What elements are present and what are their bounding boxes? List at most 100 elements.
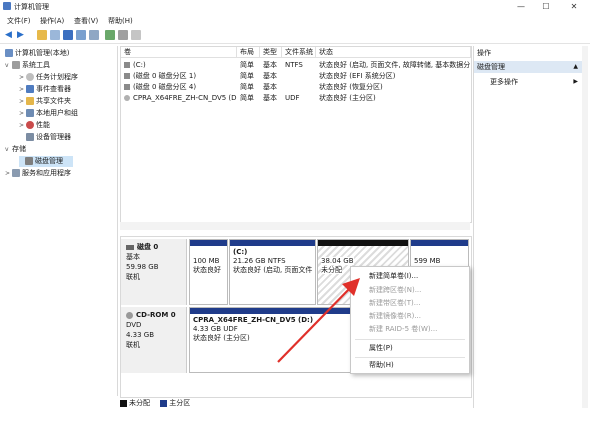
disk-status: 联机 <box>126 341 140 349</box>
legend-primary: 主分区 <box>169 399 191 407</box>
menu-file[interactable]: 文件(F) <box>7 16 31 26</box>
table-row[interactable]: CPRA_X64FRE_ZH-CN_DV5 (D:) 简单 基本 UDF 状态良… <box>121 93 471 104</box>
disk-0-label[interactable]: 磁盘 0 基本 59.98 GB 联机 <box>121 239 187 305</box>
toolbar: ◀ ▶ <box>0 28 590 44</box>
menu-help[interactable]: 帮助(H) <box>108 16 133 26</box>
cd-icon <box>126 311 133 319</box>
volume-icon <box>124 73 130 79</box>
tree-item-disk-management[interactable]: 磁盘管理 <box>19 156 73 167</box>
cdrom-0-label[interactable]: CD-ROM 0 DVD 4.33 GB 联机 <box>121 307 187 373</box>
horizontal-scrollbar[interactable] <box>120 222 470 230</box>
menu-bar: 文件(F) 操作(A) 查看(V) 帮助(H) <box>0 14 590 27</box>
menu-separator <box>355 357 465 358</box>
maximize-button[interactable]: ☐ <box>535 1 557 12</box>
collapse-icon[interactable]: ▲ <box>573 61 578 73</box>
tree-item-event-viewer[interactable]: > 事件查看器 <box>19 84 71 95</box>
volume-icon <box>124 62 130 68</box>
app-icon <box>3 2 11 10</box>
disk-name: CD-ROM 0 <box>126 310 181 320</box>
tree-item-system-tools[interactable]: v 系统工具 <box>5 60 50 71</box>
menu-view[interactable]: 查看(V) <box>74 16 98 26</box>
forward-icon[interactable]: ▶ <box>17 30 27 40</box>
list-view-icon[interactable] <box>89 30 99 40</box>
title-bar: 计算机管理 — ☐ ✕ <box>0 0 590 13</box>
legend-primary-swatch <box>160 399 168 407</box>
menu-item-properties[interactable]: 属性(P) <box>351 342 469 355</box>
volume-list: 卷 布局 类型 文件系统 状态 (C:) 简单 基本 NTFS 状态良好 (启动… <box>120 46 472 223</box>
chevron-right-icon[interactable]: > <box>5 168 12 179</box>
disk-size: 59.98 GB <box>126 263 159 271</box>
disk-size: 4.33 GB <box>126 331 155 339</box>
column-header-layout[interactable]: 布局 <box>237 47 260 58</box>
tree-item-computer-management[interactable]: 计算机管理(本地) <box>5 48 69 59</box>
event-viewer-icon <box>26 85 34 93</box>
table-row[interactable]: (C:) 简单 基本 NTFS 状态良好 (启动, 页面文件, 故障转储, 基本… <box>121 60 471 71</box>
menu-item-new-simple-volume[interactable]: 新建简单卷(I)... <box>351 270 469 283</box>
menu-item-help[interactable]: 帮助(H) <box>351 359 469 372</box>
users-icon <box>26 109 34 117</box>
chevron-down-icon[interactable]: v <box>5 60 12 71</box>
chevron-right-icon[interactable]: > <box>19 120 26 131</box>
legend-unallocated-swatch <box>120 399 127 407</box>
chevron-right-icon[interactable]: > <box>19 84 26 95</box>
clock-icon <box>26 73 34 81</box>
partition-efi[interactable]: 100 MB 状态良好 <box>189 239 228 305</box>
actions-pane: 操作 磁盘管理 ▲ 更多操作 ▶ <box>473 46 582 408</box>
shared-folder-icon <box>26 97 34 105</box>
tree-item-local-users[interactable]: > 本地用户和组 <box>19 108 78 119</box>
tree-item-device-manager[interactable]: 设备管理器 <box>26 132 71 143</box>
actions-section-disk-management[interactable]: 磁盘管理 ▲ <box>474 61 582 73</box>
back-icon[interactable]: ◀ <box>5 30 15 40</box>
tree-item-performance[interactable]: > 性能 <box>19 120 50 131</box>
computer-icon <box>5 49 13 57</box>
check-icon[interactable] <box>105 30 115 40</box>
disk-type: DVD <box>126 321 142 329</box>
document-icon[interactable] <box>131 30 141 40</box>
vertical-scrollbar[interactable] <box>582 46 588 408</box>
close-button[interactable]: ✕ <box>563 1 585 12</box>
legend-unallocated: 未分配 <box>129 399 150 407</box>
context-menu: 新建简单卷(I)... 新建跨区卷(N)... 新建带区卷(T)... 新建镜像… <box>350 266 470 374</box>
chevron-right-icon[interactable]: > <box>19 72 26 83</box>
device-manager-icon <box>26 133 34 141</box>
performance-icon <box>26 121 34 129</box>
cd-icon <box>124 95 130 101</box>
column-header-filesystem[interactable]: 文件系统 <box>282 47 316 58</box>
legend: 未分配 主分区 <box>120 398 470 408</box>
more-actions[interactable]: 更多操作 ▶ <box>474 76 582 88</box>
tree-item-shared-folders[interactable]: > 共享文件夹 <box>19 96 71 107</box>
disk-status: 联机 <box>126 273 140 281</box>
chevron-down-icon[interactable]: v <box>5 144 12 155</box>
table-row[interactable]: (磁盘 0 磁盘分区 4) 简单 基本 状态良好 (恢复分区) <box>121 82 471 93</box>
column-header-status[interactable]: 状态 <box>316 47 471 58</box>
disk-type: 基本 <box>126 253 140 261</box>
tree-item-storage[interactable]: v 存储 <box>5 144 26 155</box>
window-title: 计算机管理 <box>14 3 49 11</box>
disk-icon <box>126 244 134 250</box>
column-header-volume[interactable]: 卷 <box>121 47 237 58</box>
chevron-right-icon: ▶ <box>573 78 578 85</box>
menu-action[interactable]: 操作(A) <box>40 16 64 26</box>
minimize-button[interactable]: — <box>510 1 532 12</box>
show-tree-icon[interactable] <box>50 30 60 40</box>
annotation-arrow-icon <box>277 278 360 363</box>
up-folder-icon[interactable] <box>37 30 47 40</box>
disk-name: 磁盘 0 <box>126 242 181 252</box>
tree-item-services-apps[interactable]: > 服务和应用程序 <box>5 168 71 179</box>
column-header-type[interactable]: 类型 <box>260 47 282 58</box>
tools-icon <box>12 61 20 69</box>
table-row[interactable]: (磁盘 0 磁盘分区 1) 简单 基本 状态良好 (EFI 系统分区) <box>121 71 471 82</box>
menu-item-new-striped-volume: 新建带区卷(T)... <box>369 299 421 307</box>
search-icon[interactable] <box>118 30 128 40</box>
chevron-right-icon[interactable]: > <box>19 96 26 107</box>
services-icon <box>12 169 20 177</box>
properties-icon[interactable] <box>76 30 86 40</box>
disk-management-icon <box>25 157 33 165</box>
menu-item-new-raid5-volume: 新建 RAID-5 卷(W)... <box>369 325 438 333</box>
navigation-tree: 计算机管理(本地) v 系统工具 > 任务计划程序 > 事件查看器 > 共享文件夹 > 本… <box>3 46 118 396</box>
chevron-right-icon[interactable]: > <box>19 108 26 119</box>
menu-item-new-mirrored-volume: 新建镜像卷(R)... <box>369 312 422 320</box>
help-icon[interactable] <box>63 30 73 40</box>
menu-item-new-spanned-volume: 新建跨区卷(N)... <box>369 286 422 294</box>
tree-item-task-scheduler[interactable]: > 任务计划程序 <box>19 72 78 83</box>
